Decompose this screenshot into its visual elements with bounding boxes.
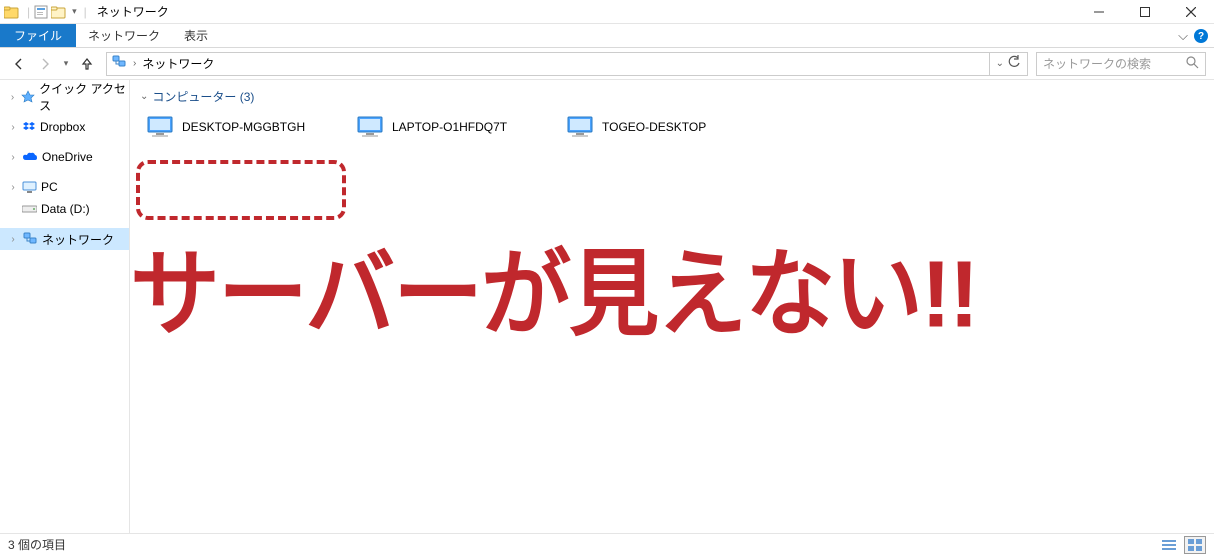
computer-item[interactable]: TOGEO-DESKTOP — [556, 109, 766, 145]
breadcrumb-arrow-icon: › — [133, 58, 136, 69]
search-input[interactable]: ネットワークの検索 — [1036, 52, 1206, 76]
expand-icon[interactable]: › — [8, 122, 18, 133]
annotation-overlay-text: サーバーが見えない!! — [130, 248, 1210, 343]
view-details-button[interactable] — [1158, 536, 1180, 554]
onedrive-icon — [22, 151, 38, 163]
drive-icon — [22, 204, 37, 214]
sidebar-item-network[interactable]: › ネットワーク — [0, 228, 129, 250]
sidebar-item-label: OneDrive — [42, 150, 93, 164]
address-bar[interactable]: › ネットワーク ⌄ — [106, 52, 1028, 76]
window-title: ネットワーク — [97, 3, 169, 20]
computer-icon — [356, 115, 384, 139]
network-icon — [22, 232, 38, 246]
folder-icon[interactable] — [51, 5, 67, 19]
chevron-down-icon[interactable]: ⌄ — [140, 91, 148, 102]
sidebar-item-label: クイック アクセス — [39, 80, 129, 114]
sidebar-item-label: Data (D:) — [41, 202, 90, 216]
dropbox-icon — [22, 120, 36, 134]
nav-back-button[interactable] — [8, 53, 30, 75]
sidebar-item-dropbox[interactable]: › Dropbox — [0, 116, 129, 138]
computer-name: TOGEO-DESKTOP — [602, 120, 706, 134]
status-bar: 3 個の項目 — [0, 533, 1214, 555]
nav-recent-icon[interactable]: ▾ — [60, 53, 72, 75]
ribbon-file-tab[interactable]: ファイル — [0, 24, 76, 47]
maximize-button[interactable] — [1122, 0, 1168, 24]
separator: | — [27, 5, 30, 19]
computer-icon — [566, 115, 594, 139]
network-icon — [111, 55, 127, 72]
view-tiles-button[interactable] — [1184, 536, 1206, 554]
status-text: 3 個の項目 — [8, 536, 66, 553]
search-placeholder: ネットワークの検索 — [1043, 55, 1151, 72]
expand-icon[interactable]: › — [8, 152, 18, 163]
nav-up-button[interactable] — [76, 53, 98, 75]
minimize-button[interactable] — [1076, 0, 1122, 24]
pc-icon — [22, 181, 37, 194]
expand-icon[interactable]: › — [8, 92, 17, 103]
group-header-label: コンピューター (3) — [152, 88, 254, 105]
sidebar: › クイック アクセス › Dropbox › OneDrive › — [0, 80, 130, 533]
sidebar-item-label: PC — [41, 180, 58, 194]
search-icon — [1186, 56, 1199, 72]
help-icon[interactable]: ? — [1194, 29, 1208, 43]
close-button[interactable] — [1168, 0, 1214, 24]
computer-item[interactable]: LAPTOP-O1HFDQ7T — [346, 109, 556, 145]
sidebar-item-onedrive[interactable]: › OneDrive — [0, 146, 129, 168]
sidebar-item-label: Dropbox — [40, 120, 85, 134]
separator: | — [84, 5, 87, 19]
title-bar: | ▾ | ネットワーク — [0, 0, 1214, 24]
sidebar-item-label: ネットワーク — [42, 231, 114, 248]
sidebar-item-quick-access[interactable]: › クイック アクセス — [0, 86, 129, 108]
star-icon — [21, 90, 35, 104]
computer-name: LAPTOP-O1HFDQ7T — [392, 120, 507, 134]
expand-icon[interactable]: › — [8, 182, 18, 193]
breadcrumb-text: ネットワーク — [142, 55, 214, 72]
nav-forward-button[interactable] — [34, 53, 56, 75]
explorer-icon — [4, 5, 20, 19]
ribbon-tabs: ファイル ネットワーク 表示 ⌵ ? — [0, 24, 1214, 48]
annotation-dashed-box — [136, 160, 346, 220]
ribbon-tab-view[interactable]: 表示 — [172, 24, 220, 47]
group-header-computers[interactable]: ⌄ コンピューター (3) — [136, 88, 1214, 105]
ribbon-tab-network[interactable]: ネットワーク — [76, 24, 172, 47]
sidebar-item-drive-d[interactable]: Data (D:) — [0, 198, 129, 220]
refresh-icon[interactable] — [1007, 55, 1021, 72]
navigation-bar: ▾ › ネットワーク ⌄ ネットワークの検索 — [0, 48, 1214, 80]
expand-icon[interactable]: › — [8, 234, 18, 245]
ribbon-collapse-icon[interactable]: ⌵ — [1178, 28, 1188, 44]
computer-item[interactable]: DESKTOP-MGGBTGH — [136, 109, 346, 145]
computer-name: DESKTOP-MGGBTGH — [182, 120, 305, 134]
address-dropdown-icon[interactable]: ⌄ — [996, 58, 1004, 69]
properties-icon[interactable] — [34, 5, 48, 19]
sidebar-item-pc[interactable]: › PC — [0, 176, 129, 198]
dropdown-icon[interactable]: ▾ — [72, 6, 77, 17]
computer-icon — [146, 115, 174, 139]
